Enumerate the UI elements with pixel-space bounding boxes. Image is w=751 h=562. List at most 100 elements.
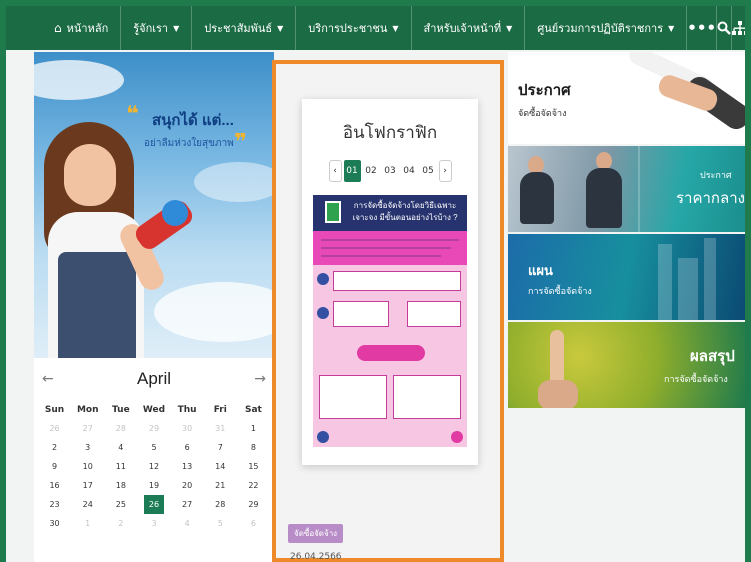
girl-illustration [58, 252, 136, 358]
calendar-day[interactable]: 4 [171, 514, 204, 533]
chevron-down-icon: ▼ [277, 23, 284, 33]
category-tag[interactable]: จัดซื้อจัดจ้าง [288, 524, 344, 543]
quote-close-icon: ❞ [234, 130, 247, 155]
calendar-day[interactable]: 30 [38, 514, 71, 533]
banner-subtitle: การจัดซื้อจัดจ้าง [528, 286, 592, 296]
calendar-day[interactable]: 5 [137, 438, 170, 457]
calendar-day[interactable]: 1 [237, 419, 270, 438]
calendar-day[interactable]: 2 [38, 438, 71, 457]
water-gun-illustration [162, 200, 188, 226]
calendar-day[interactable]: 28 [104, 419, 137, 438]
health-promo-banner[interactable]: ❝ สนุกได้ แต่... อย่าลืมห่วงใยสุขภาพ ❞ [34, 52, 274, 358]
calendar-day[interactable]: 14 [204, 457, 237, 476]
calendar-grid: Sun Mon Tue Wed Thu Fri Sat 26 27 28 29 30 31 1 2 3 4 5 6 7… [34, 400, 274, 533]
banner-procurement-summary[interactable]: ผลสรุป การจัดซื้อจัดจ้าง [508, 322, 745, 408]
calendar-day[interactable]: 11 [104, 457, 137, 476]
hand-illustration [538, 380, 578, 408]
calendar-weekday: Tue [112, 404, 130, 415]
calendar-day[interactable]: 2 [104, 514, 137, 533]
pager-page[interactable]: 02 [363, 160, 380, 182]
banner-announcement[interactable]: ประกาศ จัดซื้อจัดจ้าง [508, 52, 745, 144]
calendar-day[interactable]: 25 [104, 495, 137, 514]
page: ⌂ หน้าหลัก รู้จักเรา ▼ ประชาสัมพันธ์ ▼ บ… [6, 6, 745, 562]
calendar-day[interactable]: 29 [137, 419, 170, 438]
calendar-day[interactable]: 5 [204, 514, 237, 533]
nav-pr[interactable]: ประชาสัมพันธ์ ▼ [192, 6, 297, 50]
calendar-weekday: Mon [76, 404, 99, 415]
cloud [34, 60, 124, 100]
calendar-day[interactable]: 29 [237, 495, 270, 514]
calendar-day[interactable]: 6 [237, 514, 270, 533]
cloud [154, 282, 274, 342]
poster-step-box [333, 301, 389, 327]
calendar-day[interactable]: 30 [171, 419, 204, 438]
calendar-day[interactable]: 8 [237, 438, 270, 457]
chevron-down-icon: ▼ [668, 23, 675, 33]
calendar-day[interactable]: 16 [38, 476, 71, 495]
calendar-prev-button[interactable]: ← [42, 371, 54, 387]
calendar-day[interactable]: 24 [71, 495, 104, 514]
calendar-day[interactable]: 27 [171, 495, 204, 514]
banner-subtitle: การจัดซื้อจัดจ้าง [664, 374, 728, 384]
calendar-day[interactable]: 9 [38, 457, 71, 476]
calendar-day[interactable]: 18 [104, 476, 137, 495]
pager-page[interactable]: 05 [420, 160, 437, 182]
calendar-day-today[interactable]: 26 [143, 495, 164, 514]
nav-services-label: บริการประชาชน [308, 22, 388, 35]
calendar-day[interactable]: 23 [38, 495, 71, 514]
calendar-day[interactable]: 13 [171, 457, 204, 476]
sitemap-icon[interactable] [732, 6, 745, 50]
banner-title: ราคากลาง [676, 190, 745, 207]
pager-next-button[interactable]: › [438, 160, 452, 182]
banner-median-price[interactable]: ประกาศ ราคากลาง [508, 146, 745, 232]
banner-procurement-plan[interactable]: แผน การจัดซื้อจัดจ้าง [508, 234, 745, 320]
nav-about[interactable]: รู้จักเรา ▼ [121, 6, 193, 50]
nav-about-label: รู้จักเรา [133, 22, 169, 35]
nav-staff[interactable]: สำหรับเจ้าหน้าที่ ▼ [412, 6, 526, 50]
nav-pr-label: ประชาสัมพันธ์ [204, 22, 273, 35]
pager-page[interactable]: 03 [382, 160, 399, 182]
chevron-down-icon: ▼ [173, 23, 180, 33]
calendar-day[interactable]: 7 [204, 438, 237, 457]
banner-title: ผลสรุป [690, 348, 735, 365]
banner-title: ประกาศ [518, 82, 571, 99]
calendar-day[interactable]: 21 [204, 476, 237, 495]
poster-center-label [357, 345, 425, 361]
nav-ops[interactable]: ศูนย์รวมการปฏิบัติราชการ ▼ [525, 6, 688, 50]
calendar-day[interactable]: 4 [104, 438, 137, 457]
calendar-day[interactable]: 1 [71, 514, 104, 533]
pager-prev-button[interactable]: ‹ [328, 160, 342, 182]
calendar-day[interactable]: 19 [137, 476, 170, 495]
poster-step-box [333, 271, 461, 291]
skyline-illustration [704, 238, 716, 320]
nav-home[interactable]: ⌂ หน้าหลัก [42, 6, 122, 50]
poster-step-icon [317, 307, 329, 319]
poster-step-box [407, 301, 461, 327]
calendar-next-button[interactable]: → [254, 371, 266, 387]
people-illustration [520, 172, 554, 224]
calendar-header: ← April → [34, 358, 274, 400]
calendar-day[interactable]: 27 [71, 419, 104, 438]
calendar-day[interactable]: 31 [204, 419, 237, 438]
calendar-day[interactable]: 20 [171, 476, 204, 495]
poster-logo [325, 201, 341, 223]
nav-staff-label: สำหรับเจ้าหน้าที่ [423, 22, 502, 35]
calendar-day[interactable]: 15 [237, 457, 270, 476]
poster-heading: การจัดซื้อจัดจ้างโดยวิธีเฉพาะเจาะจง มีขั… [352, 201, 458, 222]
calendar-day[interactable]: 28 [204, 495, 237, 514]
calendar-day[interactable]: 3 [71, 438, 104, 457]
calendar-day[interactable]: 22 [237, 476, 270, 495]
more-icon[interactable]: ••• [687, 6, 718, 50]
calendar-day[interactable]: 10 [71, 457, 104, 476]
nav-services[interactable]: บริการประชาชน ▼ [296, 6, 412, 50]
calendar-day[interactable]: 12 [137, 457, 170, 476]
search-icon[interactable] [717, 6, 733, 50]
calendar-day[interactable]: 3 [137, 514, 170, 533]
calendar-day[interactable]: 6 [171, 438, 204, 457]
pager-page[interactable]: 04 [401, 160, 418, 182]
calendar-day[interactable]: 17 [71, 476, 104, 495]
pager-page[interactable]: 01 [343, 160, 361, 182]
banner-subtitle: จัดซื้อจัดจ้าง [518, 108, 567, 118]
calendar-day[interactable]: 26 [38, 419, 71, 438]
infographic-poster[interactable]: การจัดซื้อจัดจ้างโดยวิธีเฉพาะเจาะจง มีขั… [313, 195, 467, 447]
